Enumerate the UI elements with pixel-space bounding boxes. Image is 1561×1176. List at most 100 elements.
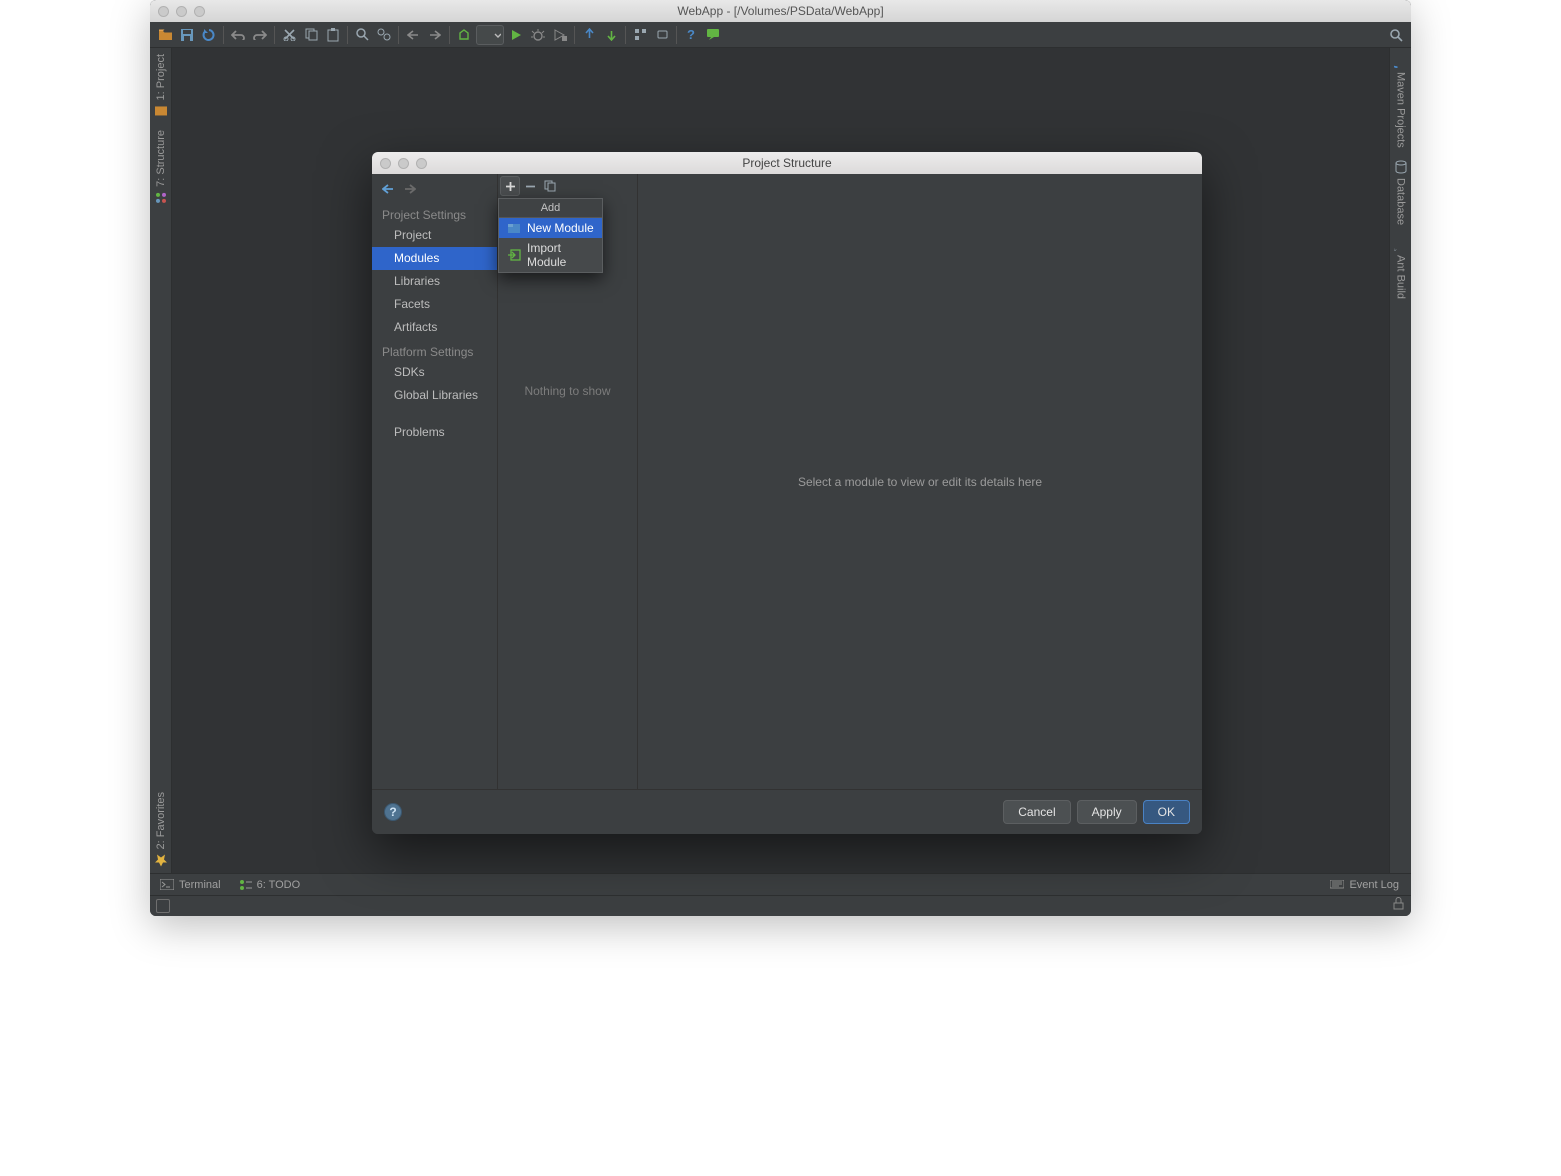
ide-window: WebApp - [/Volumes/PSData/WebApp] ? [150,0,1411,916]
dialog-title: Project Structure [372,156,1202,170]
debug-icon[interactable] [528,25,548,45]
tool-tab-label: 7: Structure [155,130,167,187]
feedback-icon[interactable] [703,25,723,45]
tool-tab-project[interactable]: 1: Project [152,48,170,124]
dialog-help-button[interactable]: ? [384,803,402,821]
sidebar-item-sdks[interactable]: SDKs [372,361,497,384]
detail-placeholder: Select a module to view or edit its deta… [798,475,1042,489]
sidebar-item-facets[interactable]: Facets [372,293,497,316]
redo-icon[interactable] [250,25,270,45]
sidebar-item-problems[interactable]: Problems [372,421,497,444]
replace-icon[interactable] [374,25,394,45]
run-icon[interactable] [506,25,526,45]
tool-tab-label: 1: Project [155,54,167,100]
toolbar-separator [274,26,275,44]
popup-header: Add [499,199,602,218]
lock-icon[interactable] [1392,897,1405,915]
find-icon[interactable] [352,25,372,45]
cut-icon[interactable] [279,25,299,45]
dialog-footer: ? Cancel Apply OK [372,789,1202,834]
tool-tab-favorites[interactable]: 2: Favorites [152,786,170,873]
tool-tab-label: Event Log [1349,879,1399,891]
dialog-sidebar: Project Settings Project Modules Librari… [372,174,498,789]
svg-text:✳: ✳ [1394,248,1400,251]
toolbar-separator [347,26,348,44]
sidebar-header-platform-settings: Platform Settings [372,339,497,361]
toolbar-separator [574,26,575,44]
popup-item-label: New Module [527,221,594,235]
coverage-icon[interactable] [550,25,570,45]
tool-tab-label: 6: TODO [257,879,301,891]
add-popup: Add New Module Import Module [498,198,603,273]
sidebar-item-project[interactable]: Project [372,224,497,247]
toolbar-separator [676,26,677,44]
tool-tab-terminal[interactable]: Terminal [160,879,221,891]
toolwindow-toggle-icon[interactable] [156,899,170,913]
cancel-button[interactable]: Cancel [1003,800,1070,824]
copy-module-button[interactable] [540,176,560,196]
sidebar-item-artifacts[interactable]: Artifacts [372,316,497,339]
popup-item-label: Import Module [527,241,594,269]
paste-icon[interactable] [323,25,343,45]
tool-tab-label: Terminal [179,879,221,891]
left-gutter: 1: Project 7: Structure 2: Favorites [150,48,172,873]
window-close-dot[interactable] [158,6,169,17]
modules-list-pane: Nothing to show Add New Module Import Mo… [498,174,638,789]
tool-tab-label: Ant Build [1395,255,1407,299]
sidebar-back-icon[interactable] [380,181,396,197]
dialog-close-dot[interactable] [380,158,391,169]
popup-item-import-module[interactable]: Import Module [499,238,602,272]
forward-icon[interactable] [425,25,445,45]
main-toolbar: ? [150,22,1411,48]
toolbar-separator [449,26,450,44]
add-module-button[interactable] [500,176,520,196]
tool-tab-label: 2: Favorites [155,792,167,849]
run-config-dropdown[interactable] [476,25,504,45]
tool-tab-database[interactable]: Database [1392,154,1410,231]
sidebar-header-project-settings: Project Settings [372,202,497,224]
modules-empty-text: Nothing to show [498,384,637,398]
right-gutter: m Maven Projects Database ✳ Ant Build [1389,48,1411,873]
project-structure-icon[interactable] [630,25,650,45]
dialog-zoom-dot[interactable] [416,158,427,169]
sidebar-item-modules[interactable]: Modules [372,247,497,270]
search-everywhere-icon[interactable] [1386,25,1406,45]
undo-icon[interactable] [228,25,248,45]
sidebar-item-libraries[interactable]: Libraries [372,270,497,293]
tool-tab-structure[interactable]: 7: Structure [152,124,170,211]
sdk-manager-icon[interactable] [652,25,672,45]
svg-text:m: m [1394,65,1402,68]
tool-tab-maven[interactable]: m Maven Projects [1392,48,1410,154]
vcs-update-icon[interactable] [579,25,599,45]
toolbar-separator [223,26,224,44]
sidebar-item-global-libraries[interactable]: Global Libraries [372,384,497,407]
build-icon[interactable] [454,25,474,45]
dialog-titlebar: Project Structure [372,152,1202,174]
status-bar [150,896,1411,916]
ok-button[interactable]: OK [1143,800,1190,824]
toolbar-separator [398,26,399,44]
remove-module-button[interactable] [520,176,540,196]
sidebar-forward-icon[interactable] [402,181,418,197]
tool-tab-label: Maven Projects [1395,72,1407,148]
sync-icon[interactable] [199,25,219,45]
tool-tab-ant[interactable]: ✳ Ant Build [1392,231,1410,305]
tool-tab-todo[interactable]: 6: TODO [239,879,301,891]
tool-tab-label: Database [1395,178,1407,225]
project-structure-dialog: Project Structure Project Settings Proje… [372,152,1202,834]
copy-icon[interactable] [301,25,321,45]
back-icon[interactable] [403,25,423,45]
open-file-icon[interactable] [155,25,175,45]
apply-button[interactable]: Apply [1077,800,1137,824]
toolbar-separator [625,26,626,44]
module-detail-pane: Select a module to view or edit its deta… [638,174,1202,789]
bottom-tool-tabs: Terminal 6: TODO Event Log [150,874,1411,896]
dialog-min-dot[interactable] [398,158,409,169]
tool-tab-eventlog[interactable]: Event Log [1330,879,1399,891]
save-icon[interactable] [177,25,197,45]
window-zoom-dot[interactable] [194,6,205,17]
window-min-dot[interactable] [176,6,187,17]
help-toolbar-icon[interactable]: ? [681,25,701,45]
vcs-commit-icon[interactable] [601,25,621,45]
popup-item-new-module[interactable]: New Module [499,218,602,238]
